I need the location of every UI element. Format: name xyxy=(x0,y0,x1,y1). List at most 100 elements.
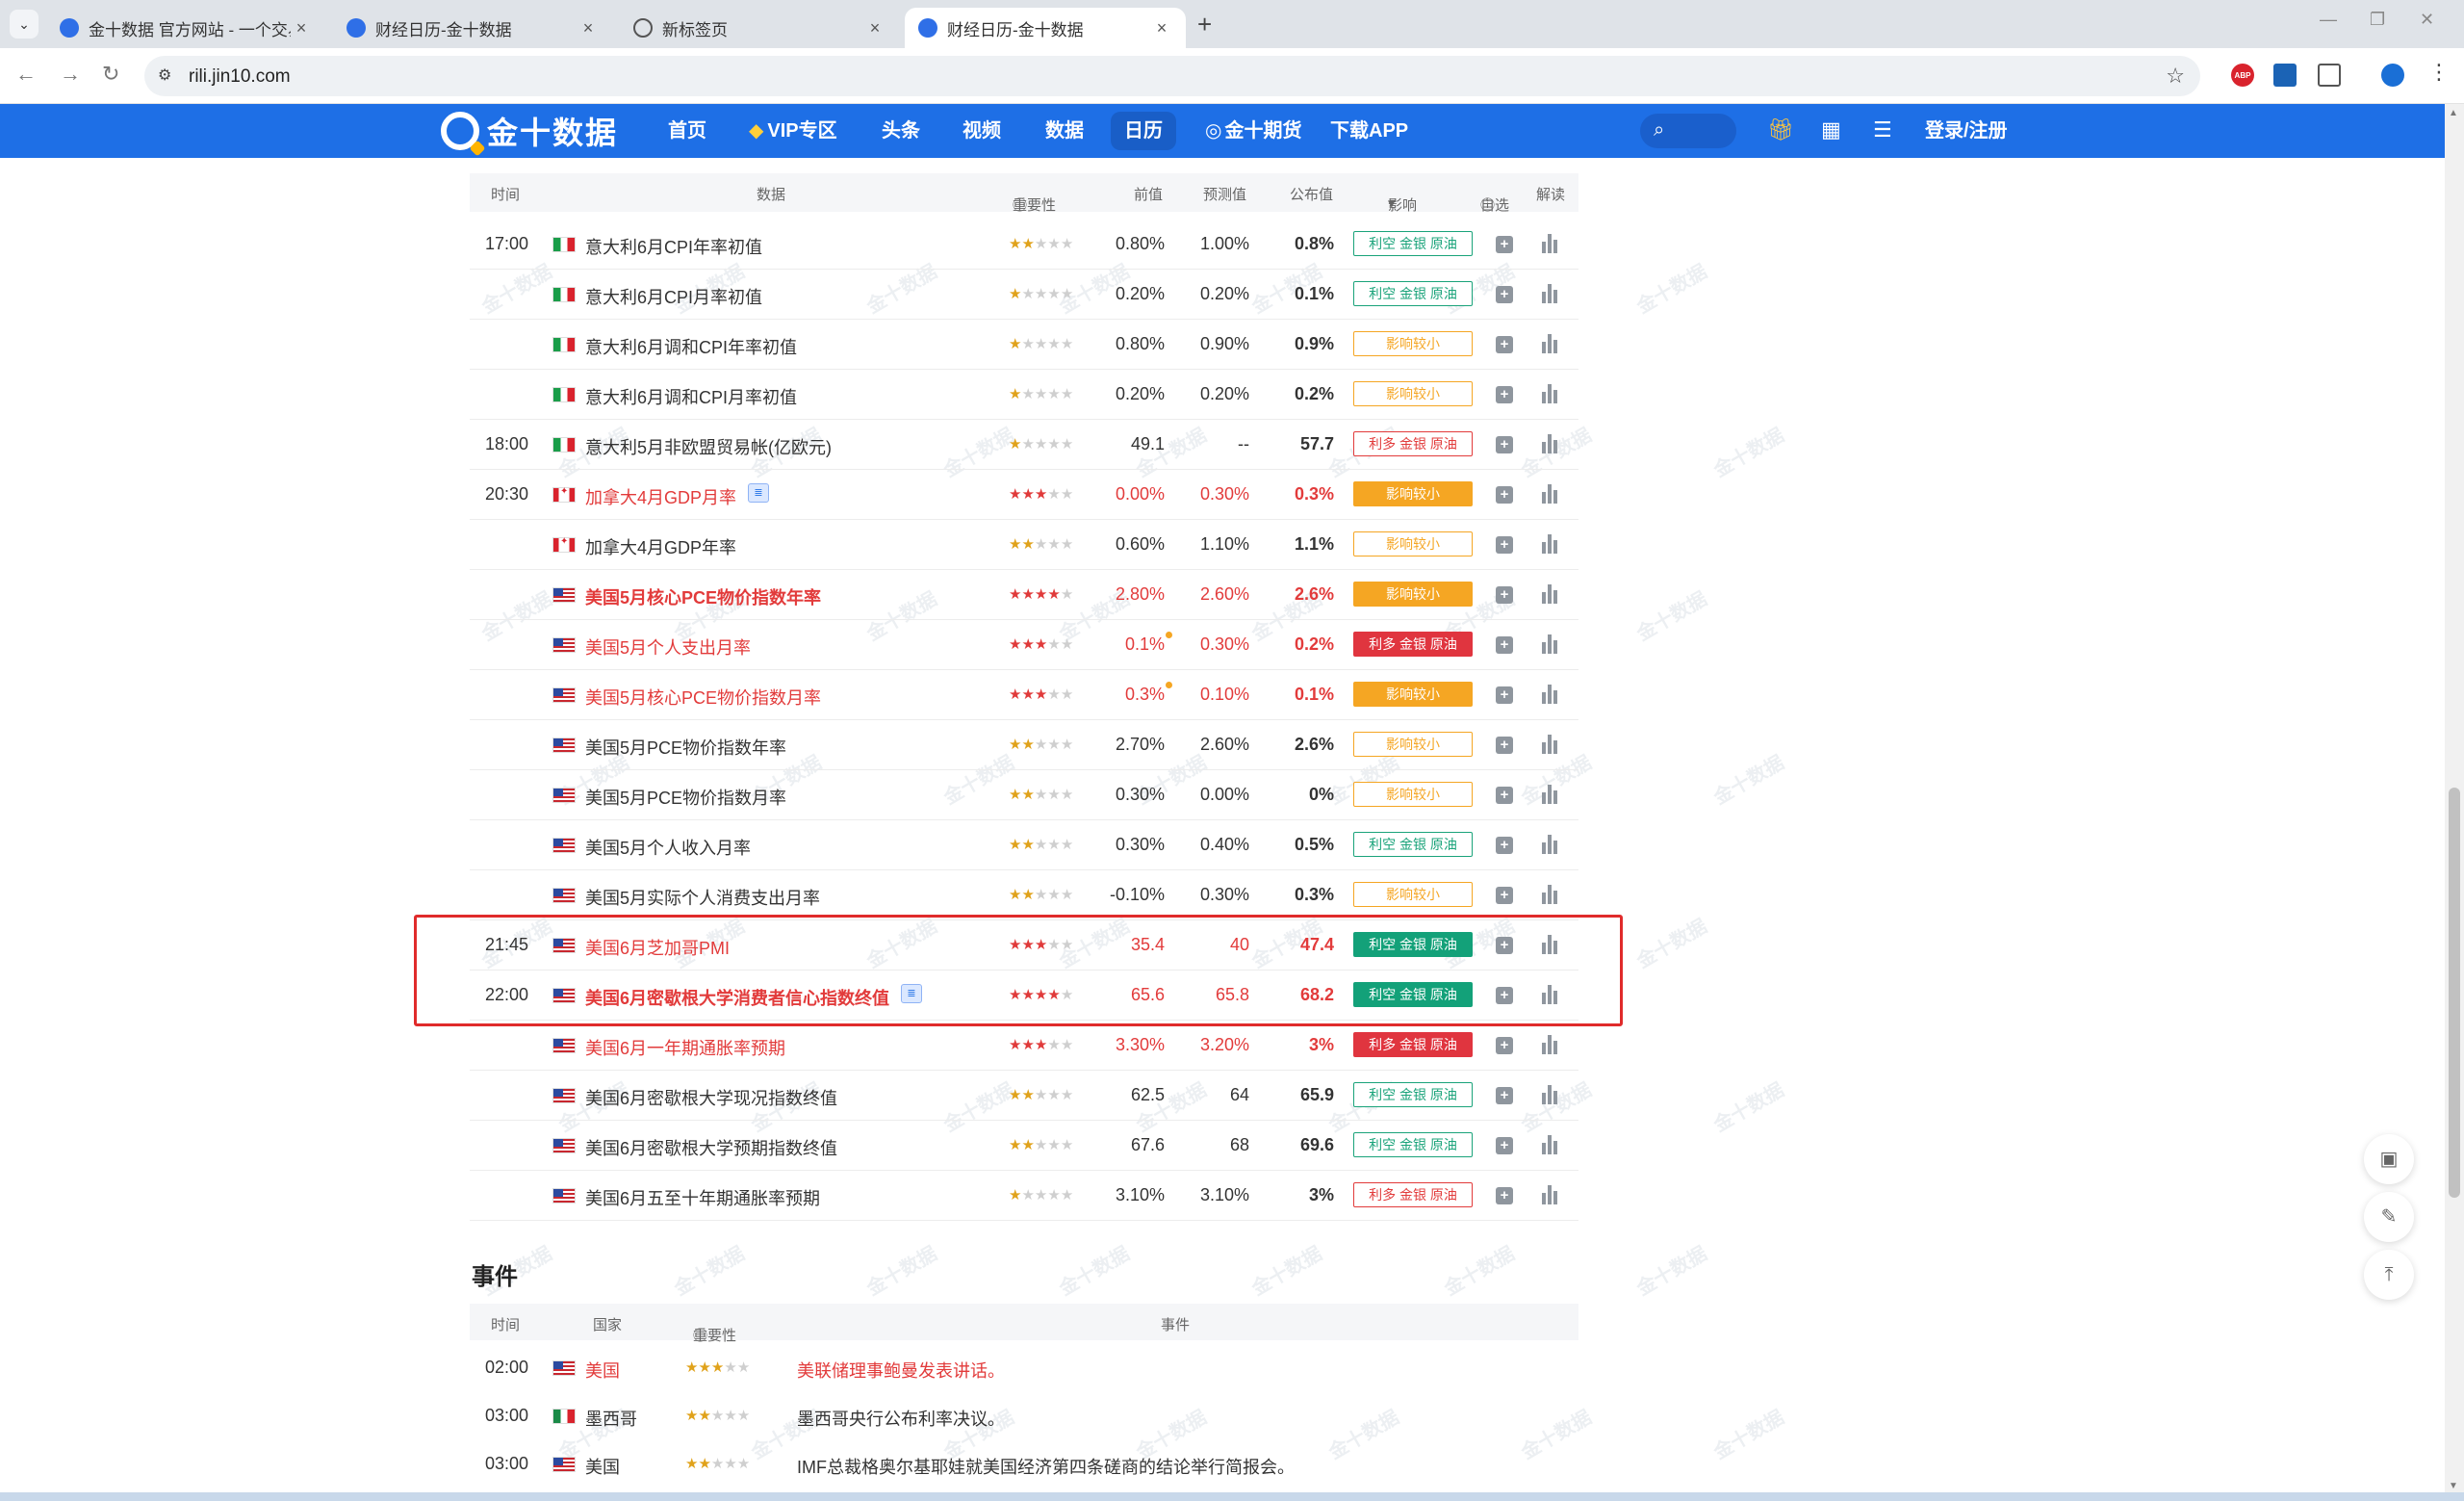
chart-bar-icon[interactable] xyxy=(1542,434,1559,453)
indicator-name[interactable]: 意大利6月CPI月率初值 xyxy=(585,284,762,309)
header-search-box[interactable]: ⌕ xyxy=(1640,114,1736,148)
indicator-name[interactable]: 意大利6月CPI年率初值 xyxy=(585,234,762,259)
browser-tab[interactable]: 金十数据 官方网站 - 一个交易工 × xyxy=(46,8,325,48)
chart-bar-icon[interactable] xyxy=(1542,634,1559,654)
add-watchlist-button[interactable]: + xyxy=(1496,937,1513,954)
add-watchlist-button[interactable]: + xyxy=(1496,1187,1513,1204)
indicator-name[interactable]: 美国6月五至十年期通胀率预期 xyxy=(585,1185,820,1210)
login-register-link[interactable]: 登录/注册 xyxy=(1925,104,2008,158)
indicator-name[interactable]: 美国5月核心PCE物价指数年率 xyxy=(585,584,821,609)
add-watchlist-button[interactable]: + xyxy=(1496,686,1513,704)
add-watchlist-button[interactable]: + xyxy=(1496,236,1513,253)
add-watchlist-button[interactable]: + xyxy=(1496,787,1513,804)
feedback-edit-icon[interactable]: ✎ xyxy=(2364,1192,2414,1242)
close-tab-icon[interactable]: × xyxy=(1151,18,1172,39)
indicator-name[interactable]: 加拿大4月GDP月率 xyxy=(585,484,736,509)
profile-avatar-icon[interactable] xyxy=(2381,64,2404,87)
add-watchlist-button[interactable]: + xyxy=(1496,987,1513,1004)
jin10-logo[interactable]: 金十数据 xyxy=(441,110,618,152)
nav-download-app[interactable]: 下载APP xyxy=(1330,104,1408,158)
site-info-icon[interactable]: ⚙ xyxy=(158,65,171,85)
nav-futures[interactable]: ◎ 金十期货 xyxy=(1205,104,1301,158)
interpretation-doc-icon[interactable]: ≣ xyxy=(748,483,769,503)
indicator-name[interactable]: 美国5月实际个人消费支出月率 xyxy=(585,885,820,910)
info-icon[interactable]: ⓘ xyxy=(1480,194,1495,215)
address-bar[interactable]: ⚙ rili.jin10.com ☆ xyxy=(144,56,2200,96)
nav-headlines[interactable]: 头条 xyxy=(882,104,920,158)
chart-bar-icon[interactable] xyxy=(1542,584,1559,604)
indicator-name[interactable]: 加拿大4月GDP年率 xyxy=(585,534,736,559)
close-window-icon[interactable]: ✕ xyxy=(2420,10,2434,30)
reload-icon[interactable]: ↻ xyxy=(102,62,119,87)
restore-icon[interactable]: ❐ xyxy=(2370,10,2385,30)
chart-bar-icon[interactable] xyxy=(1542,334,1559,353)
indicator-name[interactable]: 美国5月PCE物价指数月率 xyxy=(585,785,786,810)
indicator-name[interactable]: 美国6月密歇根大学预期指数终值 xyxy=(585,1135,837,1160)
chart-bar-icon[interactable] xyxy=(1542,384,1559,403)
add-watchlist-button[interactable]: + xyxy=(1496,636,1513,654)
add-watchlist-button[interactable]: + xyxy=(1496,386,1513,403)
scroll-thumb[interactable] xyxy=(2449,788,2460,1198)
indicator-name[interactable]: 美国5月PCE物价指数年率 xyxy=(585,735,786,760)
indicator-name[interactable]: 美国6月密歇根大学现况指数终值 xyxy=(585,1085,837,1110)
chart-bar-icon[interactable] xyxy=(1542,735,1559,754)
chart-bar-icon[interactable] xyxy=(1542,1135,1559,1154)
add-watchlist-button[interactable]: + xyxy=(1496,1137,1513,1154)
chart-bar-icon[interactable] xyxy=(1542,284,1559,303)
info-icon[interactable]: ⓘ xyxy=(693,1325,707,1345)
browser-tab[interactable]: 财经日历-金十数据 × xyxy=(333,8,612,48)
chart-bar-icon[interactable] xyxy=(1542,785,1559,804)
add-watchlist-button[interactable]: + xyxy=(1496,336,1513,353)
scroll-up-icon[interactable]: ▲ xyxy=(2449,108,2458,118)
list-menu-icon[interactable]: ☰ xyxy=(1873,117,1892,142)
minimize-icon[interactable]: — xyxy=(2320,10,2337,30)
bookmark-star-icon[interactable]: ☆ xyxy=(2166,64,2185,89)
url-text[interactable]: rili.jin10.com xyxy=(189,66,291,88)
add-watchlist-button[interactable]: + xyxy=(1496,1087,1513,1104)
chart-bar-icon[interactable] xyxy=(1542,685,1559,704)
gift-icon[interactable]: 🎁︎ xyxy=(1767,117,1794,142)
close-tab-icon[interactable]: × xyxy=(291,18,312,39)
indicator-name[interactable]: 美国5月核心PCE物价指数月率 xyxy=(585,685,821,710)
chart-bar-icon[interactable] xyxy=(1542,1035,1559,1054)
nav-data[interactable]: 数据 xyxy=(1045,104,1084,158)
indicator-name[interactable]: 美国5月个人收入月率 xyxy=(585,835,751,860)
close-tab-icon[interactable]: × xyxy=(578,18,599,39)
chart-bar-icon[interactable] xyxy=(1542,985,1559,1004)
indicator-name[interactable]: 美国6月一年期通胀率预期 xyxy=(585,1035,785,1060)
chart-bar-icon[interactable] xyxy=(1542,484,1559,504)
scroll-down-icon[interactable]: ▼ xyxy=(2449,1481,2458,1491)
add-watchlist-button[interactable]: + xyxy=(1496,486,1513,504)
indicator-name[interactable]: 美国6月密歇根大学消费者信心指数终值 xyxy=(585,985,889,1010)
info-icon[interactable]: ⓘ xyxy=(1013,194,1027,215)
add-watchlist-button[interactable]: + xyxy=(1496,286,1513,303)
chart-bar-icon[interactable] xyxy=(1542,234,1559,253)
browser-tab[interactable]: 新标签页 × xyxy=(620,8,899,48)
back-icon[interactable]: ← xyxy=(15,62,37,87)
interpretation-doc-icon[interactable]: ≣ xyxy=(901,984,922,1003)
indicator-name[interactable]: 美国5月个人支出月率 xyxy=(585,634,751,660)
nav-home[interactable]: 首页 xyxy=(668,104,706,158)
add-watchlist-button[interactable]: + xyxy=(1496,436,1513,453)
browser-tab-active[interactable]: 财经日历-金十数据 × xyxy=(905,8,1186,48)
event-description[interactable]: IMF总裁格奥尔基耶娃就美国经济第四条磋商的结论举行简报会。 xyxy=(797,1454,1295,1479)
add-watchlist-button[interactable]: + xyxy=(1496,586,1513,604)
forward-icon[interactable]: → xyxy=(60,62,81,87)
nav-vip[interactable]: ◆ VIP专区 xyxy=(749,104,837,158)
extensions-puzzle-icon[interactable] xyxy=(2318,64,2341,87)
chart-bar-icon[interactable] xyxy=(1542,1085,1559,1104)
nav-calendar[interactable]: 日历 xyxy=(1111,112,1176,150)
indicator-name[interactable]: 意大利6月调和CPI月率初值 xyxy=(585,384,797,409)
chart-bar-icon[interactable] xyxy=(1542,885,1559,904)
event-description[interactable]: 美联储理事鲍曼发表讲话。 xyxy=(797,1358,1005,1383)
page-scrollbar[interactable]: ▲ ▼ xyxy=(2445,104,2464,1496)
chart-bar-icon[interactable] xyxy=(1542,534,1559,554)
browser-menu-icon[interactable]: ⋮ xyxy=(2427,60,2451,84)
add-watchlist-button[interactable]: + xyxy=(1496,1037,1513,1054)
nav-video[interactable]: 视频 xyxy=(962,104,1001,158)
chart-bar-icon[interactable] xyxy=(1542,935,1559,954)
chart-bar-icon[interactable] xyxy=(1542,835,1559,854)
new-tab-button[interactable]: + xyxy=(1197,10,1212,39)
event-description[interactable]: 墨西哥央行公布利率决议。 xyxy=(797,1406,1005,1431)
indicator-name[interactable]: 美国6月芝加哥PMI xyxy=(585,935,730,960)
